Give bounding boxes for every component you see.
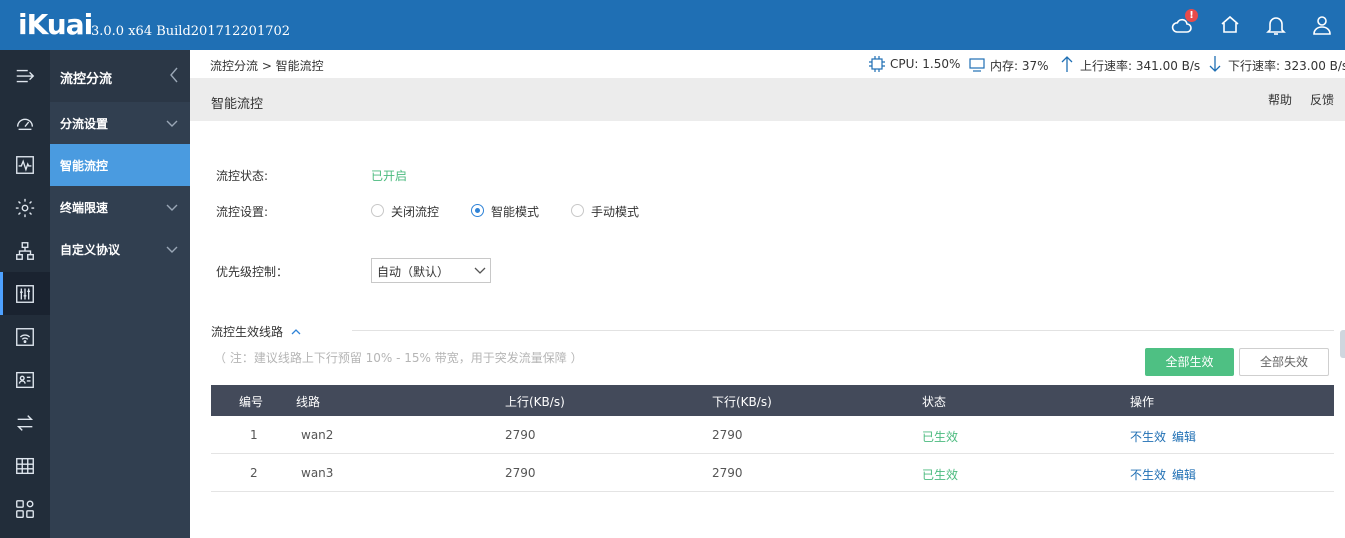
download-arrow-icon bbox=[1209, 56, 1221, 72]
feedback-link[interactable]: 反馈 bbox=[1310, 91, 1334, 108]
subnav-item-label: 分流设置 bbox=[60, 117, 109, 131]
brand-logo[interactable]: iKuai bbox=[18, 8, 93, 41]
col-header-id[interactable]: 编号 bbox=[239, 393, 263, 410]
memory-stat: 内存: 37% bbox=[990, 59, 1049, 73]
cell-line: wan3 bbox=[301, 466, 334, 480]
cell-id: 1 bbox=[250, 428, 258, 442]
chevron-down-icon bbox=[166, 204, 178, 211]
menu-toggle-icon[interactable] bbox=[0, 54, 50, 97]
col-header-line[interactable]: 线路 bbox=[296, 393, 320, 410]
grid-icon[interactable] bbox=[0, 444, 50, 487]
disable-line-link[interactable]: 不生效 bbox=[1130, 428, 1166, 445]
collapse-chevron-icon[interactable] bbox=[168, 66, 180, 84]
apps-icon[interactable] bbox=[0, 487, 50, 530]
user-icon[interactable] bbox=[1310, 13, 1334, 37]
cpu-stat: CPU: 1.50% bbox=[890, 57, 961, 71]
radio-circle[interactable] bbox=[471, 204, 484, 217]
radio-circle[interactable] bbox=[571, 204, 584, 217]
wifi-icon[interactable] bbox=[0, 315, 50, 358]
cell-up: 2790 bbox=[505, 466, 536, 480]
flow-status-label: 流控状态: bbox=[216, 169, 269, 183]
version-label: 3.0.0 x64 Build201712201702 bbox=[91, 24, 291, 39]
radio-circle[interactable] bbox=[371, 204, 384, 217]
lines-section-title: 流控生效线路 bbox=[211, 325, 284, 339]
monitor-icon[interactable] bbox=[0, 143, 50, 186]
cell-up: 2790 bbox=[505, 428, 536, 442]
subnav-item-smart-flow[interactable]: 智能流控 bbox=[50, 144, 190, 186]
cpu-icon bbox=[869, 56, 885, 72]
subnav-item-terminal-limit[interactable]: 终端限速 bbox=[50, 186, 190, 228]
upload-rate-stat: 上行速率: 341.00 B/s bbox=[1080, 59, 1201, 73]
dashboard-icon[interactable] bbox=[0, 100, 50, 143]
alert-badge: ! bbox=[1185, 9, 1198, 22]
col-header-status[interactable]: 状态 bbox=[922, 393, 946, 410]
subnav-item-label: 智能流控 bbox=[60, 159, 109, 173]
edit-line-link[interactable]: 编辑 bbox=[1172, 428, 1196, 445]
col-header-down[interactable]: 下行(KB/s) bbox=[712, 393, 772, 410]
radio-label: 关闭流控 bbox=[391, 205, 440, 219]
radio-label: 手动模式 bbox=[591, 205, 640, 219]
memory-icon bbox=[969, 58, 985, 72]
cell-down: 2790 bbox=[712, 428, 743, 442]
disable-line-link[interactable]: 不生效 bbox=[1130, 466, 1166, 483]
top-header: iKuai 3.0.0 x64 Build201712201702 ! bbox=[0, 0, 1345, 50]
table-header: 编号 线路 上行(KB/s) 下行(KB/s) 状态 操作 bbox=[211, 385, 1334, 416]
col-header-action[interactable]: 操作 bbox=[1130, 393, 1154, 410]
cell-down: 2790 bbox=[712, 466, 743, 480]
chevron-down-icon bbox=[166, 246, 178, 253]
bandwidth-note: （ 注：建议线路上下行预留 10% - 15% 带宽，用于突发流量保障 ） bbox=[214, 351, 583, 365]
page-title: 智能流控 bbox=[211, 97, 264, 112]
cell-status: 已生效 bbox=[922, 468, 959, 482]
subnav-header: 流控分流 bbox=[50, 50, 190, 102]
cell-id: 2 bbox=[250, 466, 258, 480]
help-link[interactable]: 帮助 bbox=[1268, 91, 1292, 108]
chevron-down-icon bbox=[474, 267, 486, 274]
disable-all-button[interactable]: 全部失效 bbox=[1239, 348, 1329, 376]
cell-status: 已生效 bbox=[922, 430, 959, 444]
cell-line: wan2 bbox=[301, 428, 334, 442]
settings-icon[interactable] bbox=[0, 186, 50, 229]
subnav-item-custom-protocol[interactable]: 自定义协议 bbox=[50, 228, 190, 270]
network-icon[interactable] bbox=[0, 229, 50, 272]
priority-select[interactable]: 自动（默认） bbox=[371, 258, 491, 283]
section-divider bbox=[352, 330, 1334, 331]
subnav-title: 流控分流 bbox=[60, 72, 113, 87]
breadcrumb-bar: 流控分流 > 智能流控 CPU: 1.50% 内存: 37% 上行速率: 341… bbox=[190, 50, 1345, 78]
home-icon[interactable] bbox=[1218, 13, 1242, 37]
page-title-bar: 智能流控 帮助 反馈 bbox=[190, 78, 1345, 121]
download-rate-stat: 下行速率: 323.00 B/s bbox=[1228, 59, 1345, 73]
flow-status-value: 已开启 bbox=[371, 169, 408, 183]
edit-line-link[interactable]: 编辑 bbox=[1172, 466, 1196, 483]
priority-control-label: 优先级控制： bbox=[216, 265, 289, 279]
bell-icon[interactable] bbox=[1264, 13, 1288, 37]
radio-label: 智能模式 bbox=[491, 205, 540, 219]
flow-control-icon[interactable] bbox=[0, 272, 50, 315]
flow-setting-label: 流控设置: bbox=[216, 205, 269, 219]
table-row: 1 wan2 2790 2790 已生效 不生效 编辑 bbox=[211, 416, 1334, 454]
user-auth-icon[interactable] bbox=[0, 358, 50, 401]
upload-arrow-icon bbox=[1061, 56, 1073, 72]
col-header-up[interactable]: 上行(KB/s) bbox=[505, 393, 565, 410]
transfer-icon[interactable] bbox=[0, 401, 50, 444]
cloud-alert-icon[interactable]: ! bbox=[1170, 9, 1198, 37]
chevron-up-icon[interactable] bbox=[291, 328, 301, 336]
table-row: 2 wan3 2790 2790 已生效 不生效 编辑 bbox=[211, 454, 1334, 492]
subnav-item-label: 终端限速 bbox=[60, 201, 109, 215]
subnav-item-label: 自定义协议 bbox=[60, 243, 121, 257]
chevron-down-icon bbox=[166, 120, 178, 127]
side-drawer-handle[interactable] bbox=[1340, 330, 1345, 358]
icon-rail bbox=[0, 50, 50, 538]
breadcrumb[interactable]: 流控分流 > 智能流控 bbox=[210, 57, 324, 74]
subnav-item-shunt-settings[interactable]: 分流设置 bbox=[50, 102, 190, 144]
sub-navigation: 流控分流 分流设置 智能流控 终端限速 自定义协议 bbox=[50, 50, 190, 538]
priority-select-value: 自动（默认） bbox=[377, 265, 450, 279]
enable-all-button[interactable]: 全部生效 bbox=[1145, 348, 1234, 376]
section-title[interactable]: 流控生效线路 bbox=[211, 323, 301, 340]
